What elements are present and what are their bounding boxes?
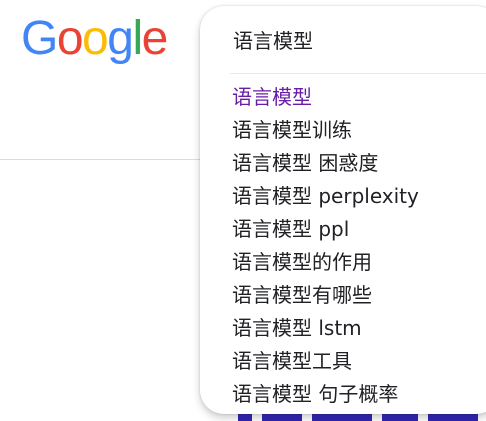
search-input[interactable] (233, 22, 473, 56)
google-logo[interactable]: Google (21, 10, 169, 68)
suggestion-item[interactable]: 语言模型 ppl (200, 213, 486, 246)
suggestion-item[interactable]: 语言模型 困惑度 (200, 147, 486, 180)
logo-letter-g2: g (107, 12, 134, 65)
logo-letter-e: e (141, 12, 169, 65)
logo-letter-o1: o (56, 12, 84, 65)
logo-letter-g1: G (21, 12, 58, 65)
suggestion-item[interactable]: 语言模型工具 (200, 345, 486, 378)
logo-letter-l: l (132, 12, 143, 65)
suggestion-item[interactable]: 语言模型 perplexity (200, 180, 486, 213)
suggestion-item[interactable]: 语言模型 (200, 81, 486, 114)
search-box: 语言模型 语言模型训练 语言模型 困惑度 语言模型 perplexity 语言模… (200, 6, 486, 414)
suggestion-item[interactable]: 语言模型 lstm (200, 312, 486, 345)
logo-letter-o2: o (82, 12, 109, 65)
suggestion-item[interactable]: 语言模型 句子概率 (200, 378, 486, 411)
suggestion-item[interactable]: 语言模型训练 (200, 114, 486, 147)
search-results-page: Google 语言模型 语言模型训练 语言模型 困惑度 语言模型 perplex… (0, 0, 486, 421)
suggestion-item[interactable]: 语言模型的作用 (200, 246, 486, 279)
input-divider (230, 73, 486, 74)
suggestion-item[interactable]: 语言模型有哪些 (200, 279, 486, 312)
suggestions-list: 语言模型 语言模型训练 语言模型 困惑度 语言模型 perplexity 语言模… (200, 81, 486, 411)
